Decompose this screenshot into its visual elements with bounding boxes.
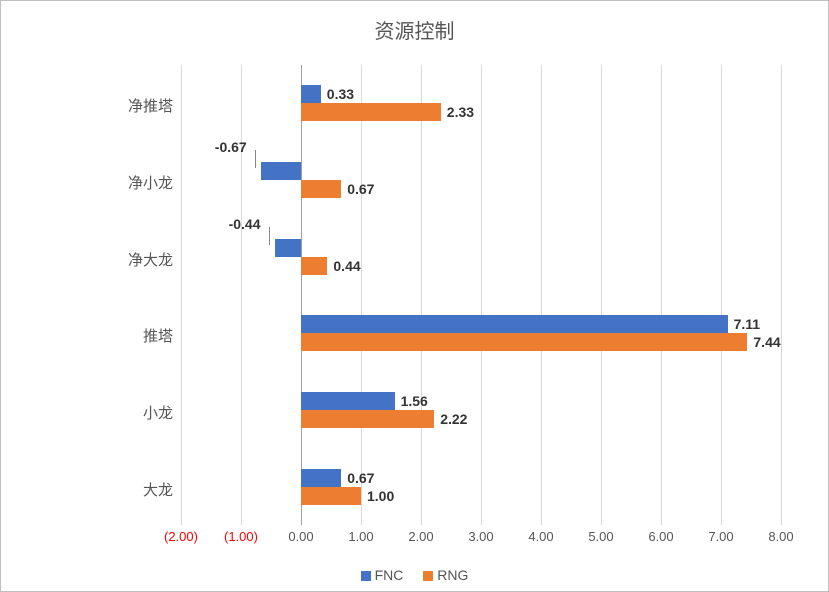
legend-swatch-rng — [423, 571, 433, 581]
x-tick-label: 0.00 — [288, 529, 313, 544]
chart-title: 资源控制 — [1, 1, 828, 51]
bar-value-fnc: 0.67 — [347, 469, 374, 487]
bar-value-rng: 7.44 — [753, 333, 780, 351]
category-label: 大龙 — [73, 479, 173, 500]
x-tick-label: 6.00 — [648, 529, 673, 544]
bar-rng — [301, 410, 434, 428]
category-label: 小龙 — [73, 402, 173, 423]
category-label: 净推塔 — [73, 95, 173, 116]
x-tick-label: (2.00) — [164, 529, 198, 544]
x-tick-label: 5.00 — [588, 529, 613, 544]
x-tick-label: (1.00) — [224, 529, 258, 544]
gridline — [781, 65, 782, 525]
bar-fnc — [301, 315, 728, 333]
bar-group: 1.56 2.22 — [181, 380, 781, 440]
chart-container: 资源控制 0.332.33-0.670.67-0.440.447.117.441… — [0, 0, 829, 592]
x-tick-label: 8.00 — [768, 529, 793, 544]
bar-group: 0.671.00 — [181, 457, 781, 517]
bar-fnc — [301, 392, 395, 410]
x-tick-label: 4.00 — [528, 529, 553, 544]
category-label: 推塔 — [73, 325, 173, 346]
legend-swatch-fnc — [361, 571, 371, 581]
legend: FNC RNG — [1, 567, 828, 583]
bar-fnc — [261, 162, 301, 180]
legend-label-rng: RNG — [437, 567, 468, 583]
bar-group: -0.440.44 — [181, 227, 781, 287]
bar-value-fnc: 1.56 — [401, 392, 428, 410]
bar-value-rng: 1.00 — [367, 487, 394, 505]
bar-fnc — [301, 469, 341, 487]
bar-value-fnc: -0.44 — [229, 215, 261, 233]
legend-item-rng: RNG — [423, 567, 468, 583]
bar-rng — [301, 180, 341, 198]
bar-value-fnc: -0.67 — [215, 138, 247, 156]
bar-rng — [301, 487, 361, 505]
x-tick-label: 3.00 — [468, 529, 493, 544]
bar-fnc — [275, 239, 301, 257]
bar-group: -0.670.67 — [181, 150, 781, 210]
bar-rng — [301, 257, 327, 275]
legend-label-fnc: FNC — [375, 567, 404, 583]
x-tick-label: 7.00 — [708, 529, 733, 544]
bar-rng — [301, 103, 441, 121]
bar-value-rng: 0.44 — [333, 257, 360, 275]
bar-value-rng: 0.67 — [347, 180, 374, 198]
x-tick-label: 1.00 — [348, 529, 373, 544]
bar-value-rng: 2.22 — [440, 410, 467, 428]
bar-fnc — [301, 85, 321, 103]
bar-value-rng: 2.33 — [447, 103, 474, 121]
bar-rng — [301, 333, 747, 351]
legend-item-fnc: FNC — [361, 567, 404, 583]
plot-area: 0.332.33-0.670.67-0.440.447.117.441.562.… — [181, 65, 781, 525]
bar-group: 7.117.44 — [181, 303, 781, 363]
category-label: 净大龙 — [73, 249, 173, 270]
bar-value-fnc: 0.33 — [327, 85, 354, 103]
category-label: 净小龙 — [73, 172, 173, 193]
x-tick-label: 2.00 — [408, 529, 433, 544]
bar-value-fnc: 7.11 — [734, 315, 760, 333]
bar-group: 0.33 2.33 — [181, 73, 781, 133]
